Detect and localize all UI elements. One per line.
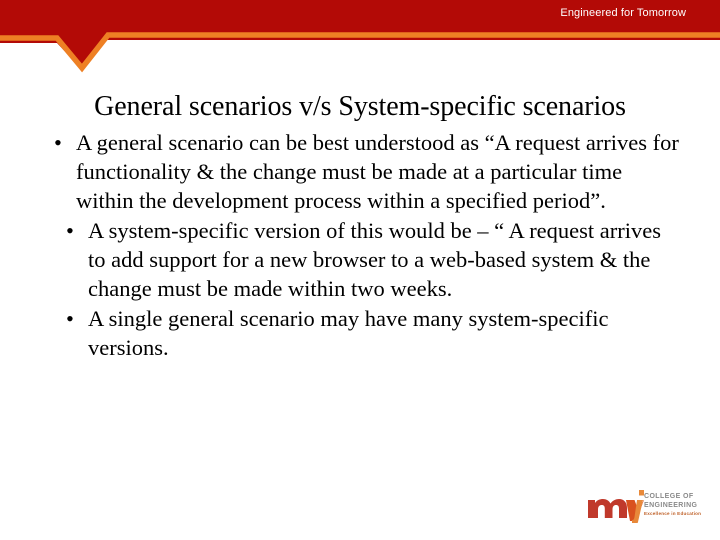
slide-content: • A general scenario can be best underst… xyxy=(40,128,680,363)
bullet-marker: • xyxy=(54,130,62,155)
logo-engineering-line: ENGINEERING xyxy=(644,501,698,509)
slide-root: { "header": { "tagline": "Engineered for… xyxy=(0,0,720,540)
slide-header: Engineered for Tomorrow xyxy=(0,0,720,78)
mvj-college-logo: COLLEGE OF ENGINEERING Excellence in Edu… xyxy=(586,489,704,527)
list-item-text: A single general scenario may have many … xyxy=(88,306,609,360)
list-item: • A general scenario can be best underst… xyxy=(40,128,680,215)
bullet-marker: • xyxy=(66,306,74,331)
header-tagline: Engineered for Tomorrow xyxy=(560,7,686,19)
list-item: • A system-specific version of this woul… xyxy=(40,216,680,303)
list-item: • A single general scenario may have man… xyxy=(40,304,680,362)
logo-tagline: Excellence in Education xyxy=(644,511,702,516)
bullet-list: • A general scenario can be best underst… xyxy=(40,128,680,362)
bullet-marker: • xyxy=(66,218,74,243)
list-item-text: A system-specific version of this would … xyxy=(88,218,662,301)
mvj-wordmark-icon xyxy=(588,490,644,523)
logo-college-line: COLLEGE OF xyxy=(644,493,694,500)
logo-text-block: COLLEGE OF ENGINEERING Excellence in Edu… xyxy=(644,493,704,517)
page-title: General scenarios v/s System-specific sc… xyxy=(94,90,626,122)
list-item-text: A general scenario can be best understoo… xyxy=(76,130,679,213)
